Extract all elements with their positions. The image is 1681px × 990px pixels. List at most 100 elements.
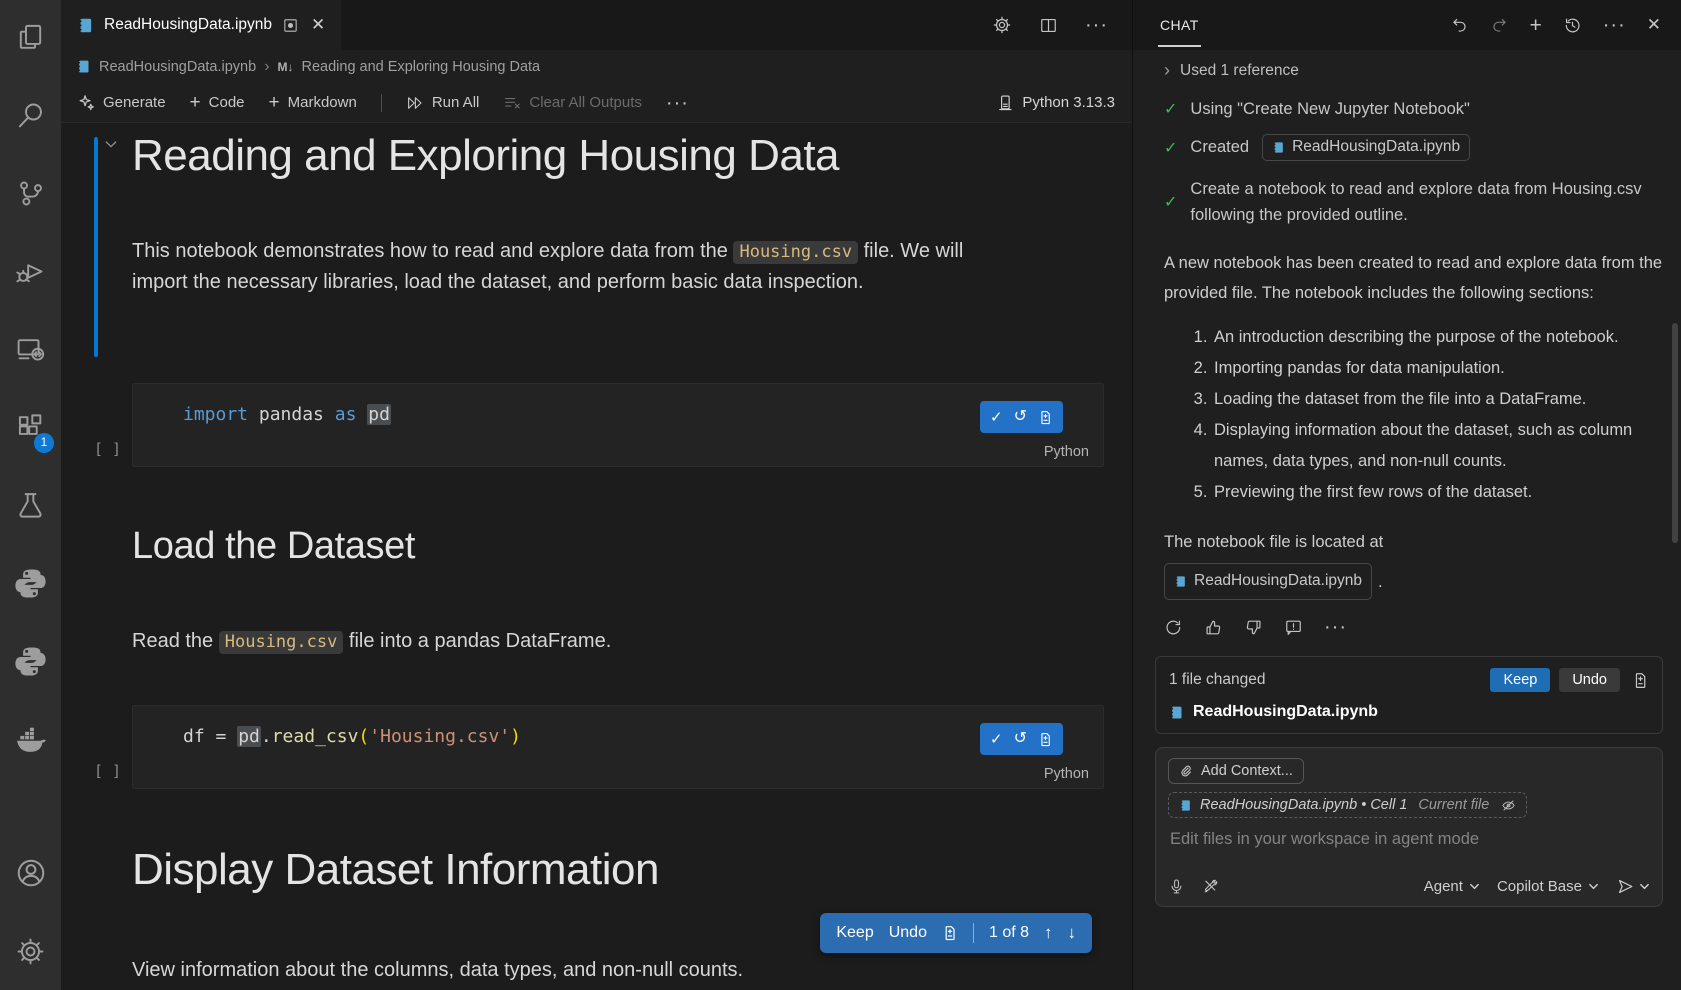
step-row: ✓ Create a notebook to read and explore … [1164,176,1658,228]
accept-change-button[interactable]: ✓ [990,730,1003,748]
code-line[interactable]: import pandas as pd [183,404,391,425]
accept-change-button[interactable]: ✓ [990,408,1003,426]
discard-change-button[interactable]: ↺ [1014,731,1027,747]
diff-review-bar: Keep Undo 1 of 8 ↑ ↓ [820,913,1092,953]
references-toggle[interactable]: › Used 1 reference [1164,60,1658,81]
previous-change-button[interactable]: ↑ [1044,923,1053,943]
sidebar-item-run-debug[interactable] [0,238,61,304]
execution-count: [ ] [94,440,121,458]
notebook-canvas: Reading and Exploring Housing Data This … [61,123,1132,990]
context-chip[interactable]: ReadHousingData.ipynb • Cell 1 Current f… [1168,792,1527,818]
code-cell-2[interactable]: [ ] df = pd.read_csv('Housing.csv') ✓ ↺ … [132,705,1104,789]
tab-readhousingdata[interactable]: ReadHousingData.ipynb ✕ [61,0,341,50]
sidebar-item-docker[interactable] [0,706,61,772]
view-diff-icon[interactable] [942,925,958,941]
generate-button[interactable]: Generate [78,94,166,111]
assistant-message: A new notebook has been created to read … [1164,248,1664,308]
more-actions-icon[interactable]: ··· [1085,15,1108,35]
toolbar-more-icon[interactable]: ··· [666,93,689,113]
chat-input-container[interactable]: Add Context... ReadHousingData.ipynb • C… [1155,747,1663,907]
sidebar-item-account[interactable] [0,840,61,906]
add-context-button[interactable]: Add Context... [1168,758,1304,784]
scrollbar-thumb[interactable] [1672,323,1678,543]
sidebar-item-python[interactable] [0,550,61,616]
chat-input[interactable] [1168,829,1648,850]
thumbs-down-icon[interactable] [1244,618,1263,637]
file-location-note: The notebook file is located at ReadHous… [1164,528,1658,600]
view-diff-icon[interactable] [1038,732,1053,747]
sidebar-item-explorer[interactable] [0,4,61,70]
notebook-file-icon [1169,705,1184,720]
undo-icon[interactable] [1450,16,1469,35]
tab-chat[interactable]: CHAT [1158,3,1201,47]
mic-icon[interactable] [1168,878,1185,895]
tools-icon[interactable] [1202,878,1219,895]
chat-panel: CHAT + ··· ✕ › Used 1 reference ✓ Using … [1132,0,1681,990]
send-button[interactable] [1616,877,1650,896]
regenerate-icon[interactable] [1164,618,1183,637]
undo-button[interactable]: Undo [1559,668,1620,692]
changed-file-row[interactable]: ReadHousingData.ipynb [1169,703,1649,721]
cell-language-label[interactable]: Python [1044,766,1089,782]
report-issue-icon[interactable] [1284,618,1303,637]
breadcrumb-section[interactable]: Reading and Exploring Housing Data [302,59,541,75]
history-icon[interactable] [1563,16,1582,35]
split-editor-icon[interactable] [1039,16,1058,35]
view-diff-icon[interactable] [1632,672,1649,689]
sidebar-item-search[interactable] [0,82,61,148]
clear-outputs-icon [503,94,521,112]
sparkle-icon [78,94,95,111]
sidebar-item-python-environments[interactable] [0,628,61,694]
list-item: Importing pandas for data manipulation. [1212,353,1664,384]
sidebar-item-remote-explorer[interactable] [0,316,61,382]
chevron-down-icon[interactable] [1639,881,1650,892]
discard-change-button[interactable]: ↺ [1014,409,1027,425]
redo-icon[interactable] [1490,16,1509,35]
view-diff-icon[interactable] [1038,410,1053,425]
chat-body: › Used 1 reference ✓ Using "Create New J… [1133,50,1681,990]
close-icon[interactable]: ✕ [1647,15,1661,35]
undo-button[interactable]: Undo [889,924,927,942]
chat-header-actions: + ··· ✕ [1450,15,1662,36]
code-line[interactable]: df = pd.read_csv('Housing.csv') [183,726,521,747]
gear-icon[interactable] [992,15,1012,35]
markdown-symbol-icon: M↓ [278,60,294,74]
cell-language-label[interactable]: Python [1044,444,1089,460]
add-markdown-button[interactable]: + Markdown [269,92,357,114]
breadcrumb[interactable]: ReadHousingData.ipynb › M↓ Reading and E… [61,50,1132,83]
file-reference-pill[interactable]: ReadHousingData.ipynb [1262,134,1470,161]
remote-explorer-icon [15,334,46,365]
notebook-file-icon [1179,799,1192,812]
chat-header: CHAT + ··· ✕ [1133,0,1681,50]
add-code-button[interactable]: + Code [190,92,245,114]
search-icon [15,100,46,131]
eye-off-icon[interactable] [1501,798,1516,813]
breadcrumb-file[interactable]: ReadHousingData.ipynb [99,59,256,75]
code-cell-1[interactable]: [ ] import pandas as pd ✓ ↺ Python [132,383,1104,467]
mode-picker[interactable]: Agent [1424,878,1480,895]
step-row: ✓ Created ReadHousingData.ipynb [1164,134,1658,161]
more-actions-icon[interactable]: ··· [1324,617,1347,637]
sidebar-item-manage[interactable] [0,918,61,984]
run-all-button[interactable]: Run All [406,94,480,112]
tab-modified-indicator[interactable] [282,17,299,34]
clear-outputs-button[interactable]: Clear All Outputs [503,94,642,112]
model-picker[interactable]: Copilot Base [1497,878,1599,895]
close-icon[interactable]: ✕ [311,15,325,35]
keep-button[interactable]: Keep [1490,668,1550,692]
notebook-file-icon [1174,575,1187,588]
sidebar-item-source-control[interactable] [0,160,61,226]
more-actions-icon[interactable]: ··· [1603,15,1626,35]
thumbs-up-icon[interactable] [1204,618,1223,637]
files-icon [15,22,46,53]
agent-steps: ✓ Using "Create New Jupyter Notebook" ✓ … [1164,99,1658,228]
keep-button[interactable]: Keep [836,924,873,942]
changed-files-label: 1 file changed [1169,671,1266,689]
kernel-picker[interactable]: Python 3.13.3 [996,94,1115,112]
file-reference-pill[interactable]: ReadHousingData.ipynb [1164,563,1372,600]
chevron-down-icon[interactable] [103,136,119,152]
sidebar-item-extensions[interactable]: 1 [0,394,61,460]
new-chat-icon[interactable]: + [1530,15,1542,36]
sidebar-item-testing[interactable] [0,472,61,538]
next-change-button[interactable]: ↓ [1068,923,1077,943]
